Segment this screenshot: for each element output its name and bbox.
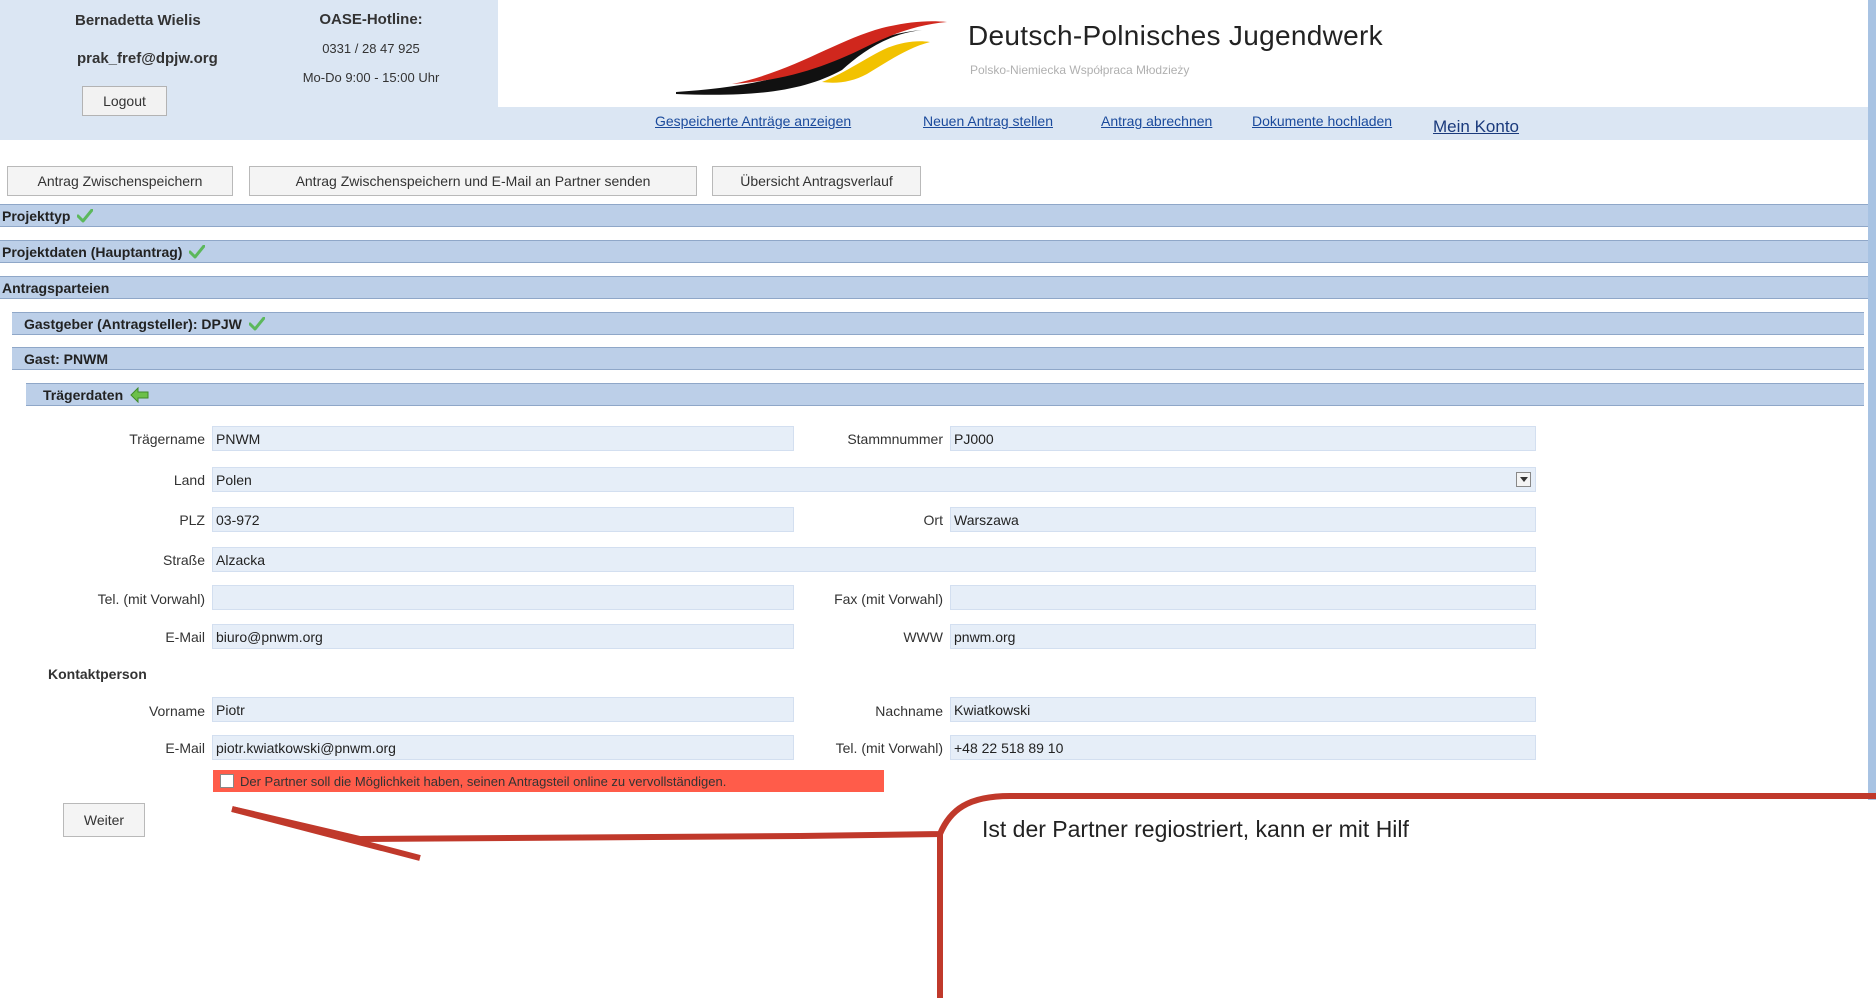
section-carrier-data[interactable]: Trägerdaten [26, 383, 1864, 406]
label-www: WWW [903, 629, 943, 645]
input-registry-number[interactable]: PJ000 [950, 426, 1536, 451]
checkbox[interactable] [220, 774, 234, 788]
overview-history-button[interactable]: Übersicht Antragsverlauf [712, 166, 921, 196]
check-icon [189, 244, 206, 258]
input-name[interactable]: PNWM [212, 426, 794, 451]
input-phone[interactable] [212, 585, 794, 610]
label-contact-email: E-Mail [165, 740, 205, 756]
section-project-type[interactable]: Projekttyp [0, 204, 1868, 227]
save-and-email-button[interactable]: Antrag Zwischenspeichern und E-Mail an P… [249, 166, 697, 196]
dropdown-arrow-icon[interactable] [1516, 472, 1531, 487]
user-panel: Bernadetta Wielis prak_fref@dpjw.org Log… [0, 0, 262, 118]
save-draft-button[interactable]: Antrag Zwischenspeichern [7, 166, 233, 196]
label-registry-number: Stammnummer [847, 431, 943, 447]
label-fax: Fax (mit Vorwahl) [834, 591, 943, 607]
label-name: Trägername [129, 431, 205, 447]
label-postal-code: PLZ [179, 512, 205, 528]
hotline-phone: 0331 / 28 47 925 [322, 41, 420, 56]
contact-person-heading: Kontaktperson [48, 666, 147, 682]
label-last-name: Nachname [875, 703, 943, 719]
label-country: Land [173, 472, 205, 488]
user-email: prak_fref@dpjw.org [77, 50, 218, 67]
label-phone: Tel. (mit Vorwahl) [97, 591, 205, 607]
section-host-label: Gastgeber (Antragsteller): DPJW [24, 315, 242, 332]
callout-text: Ist der Partner regiostriert, kann er mi… [982, 816, 1409, 842]
nav-settle-application[interactable]: Antrag abrechnen [1101, 113, 1212, 129]
input-postal-code[interactable]: 03-972 [212, 507, 794, 532]
section-parties-label: Antragsparteien [2, 279, 110, 296]
logout-button[interactable]: Logout [82, 86, 167, 116]
input-www[interactable]: pnwm.org [950, 624, 1536, 649]
section-project-data[interactable]: Projektdaten (Hauptantrag) [0, 240, 1868, 263]
input-contact-email[interactable]: piotr.kwiatkowski@pnwm.org [212, 735, 794, 760]
action-bar: Antrag Zwischenspeichern Antrag Zwischen… [0, 158, 1868, 198]
select-country[interactable]: Polen [212, 467, 1536, 492]
input-email[interactable]: biuro@pnwm.org [212, 624, 794, 649]
section-guest-label: Gast: PNWM [24, 350, 108, 367]
section-host[interactable]: Gastgeber (Antragsteller): DPJW [12, 312, 1864, 335]
nav-saved-applications[interactable]: Gespeicherte Anträge anzeigen [655, 113, 851, 129]
select-country-value: Polen [216, 471, 252, 488]
top-navigation: Gespeicherte Anträge anzeigen Neuen Antr… [0, 113, 1868, 139]
next-button[interactable]: Weiter [63, 803, 145, 837]
logo-swoosh-icon [676, 21, 947, 95]
partner-online-checkbox[interactable]: Der Partner soll die Möglichkeit haben, … [213, 770, 884, 792]
label-city: Ort [923, 512, 943, 528]
arrow-left-icon [130, 386, 149, 403]
section-project-type-label: Projekttyp [2, 207, 71, 224]
header: Bernadetta Wielis prak_fref@dpjw.org Log… [0, 0, 1868, 140]
nav-my-account[interactable]: Mein Konto [1433, 117, 1519, 137]
label-first-name: Vorname [148, 703, 205, 719]
input-first-name[interactable]: Piotr [212, 697, 794, 722]
input-fax[interactable] [950, 585, 1536, 610]
nav-new-application[interactable]: Neuen Antrag stellen [923, 113, 1053, 129]
hotline-panel: OASE-Hotline: 0331 / 28 47 925 Mo-Do 9:0… [244, 0, 498, 110]
hotline-title: OASE-Hotline: [319, 11, 423, 28]
check-icon [248, 316, 265, 330]
check-icon [77, 208, 94, 222]
logo-title: Deutsch-Polnisches Jugendwerk [968, 20, 1383, 51]
label-contact-phone: Tel. (mit Vorwahl) [835, 740, 943, 756]
nav-upload-documents[interactable]: Dokumente hochladen [1252, 113, 1392, 129]
input-city[interactable]: Warszawa [950, 507, 1536, 532]
partner-online-checkbox-label: Der Partner soll die Möglichkeit haben, … [240, 773, 727, 789]
section-project-data-label: Projektdaten (Hauptantrag) [2, 243, 183, 260]
section-carrier-data-label: Trägerdaten [43, 386, 124, 403]
section-guest[interactable]: Gast: PNWM [12, 347, 1864, 370]
section-parties[interactable]: Antragsparteien [0, 276, 1868, 299]
screen: Bernadetta Wielis prak_fref@dpjw.org Log… [0, 0, 1876, 998]
input-street[interactable]: Alzacka [212, 547, 1536, 572]
application-page: Bernadetta Wielis prak_fref@dpjw.org Log… [0, 0, 1868, 998]
input-contact-phone[interactable]: +48 22 518 89 10 [950, 735, 1536, 760]
input-last-name[interactable]: Kwiatkowski [950, 697, 1536, 722]
hotline-hours: Mo-Do 9:00 - 15:00 Uhr [302, 70, 440, 85]
user-name: Bernadetta Wielis [75, 12, 201, 29]
label-street: Straße [162, 552, 205, 568]
label-email: E-Mail [165, 629, 205, 645]
logo-subtitle: Polsko-Niemiecka Współpraca Młodzieży [970, 63, 1190, 77]
